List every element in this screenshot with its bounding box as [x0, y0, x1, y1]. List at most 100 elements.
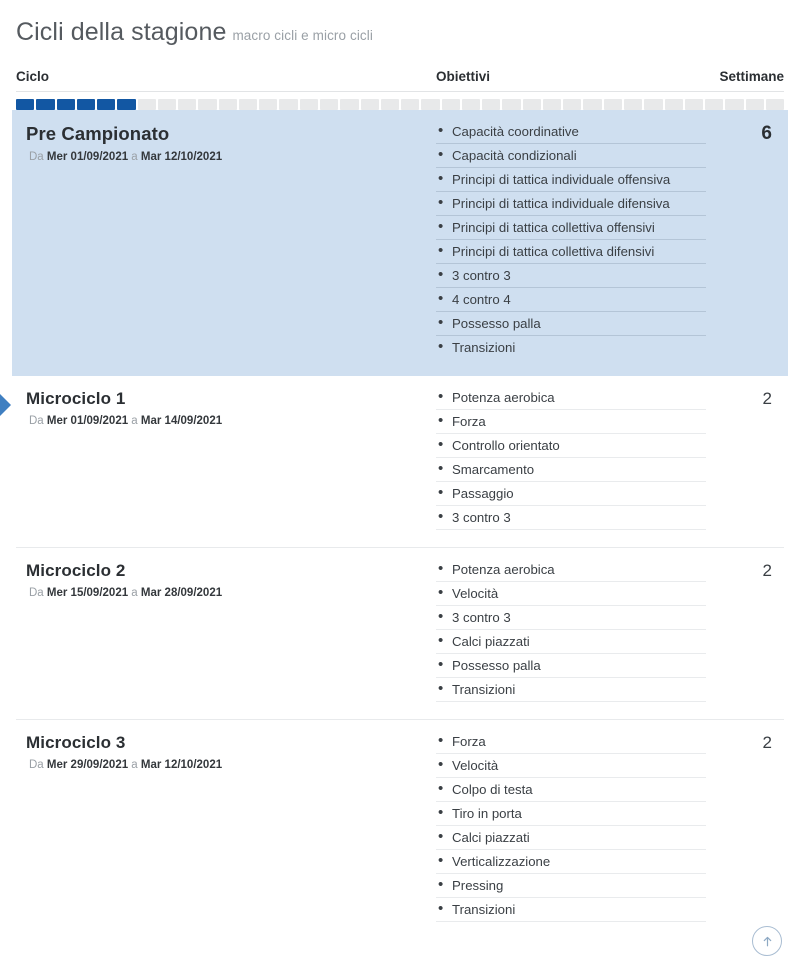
cycle-groups-container: Pre Campionato Da Mer 01/09/2021 a Mar 12…	[0, 99, 788, 968]
progress-segment-empty	[198, 99, 217, 110]
goal-item: Principi di tattica collettiva difensivi	[436, 242, 706, 264]
weeks-count: 2	[762, 389, 772, 408]
goal-item: Forza	[436, 732, 706, 754]
progress-segment-empty	[482, 99, 501, 110]
progress-segment-empty	[461, 99, 481, 110]
goal-item: Colpo di testa	[436, 780, 706, 802]
progress-segment-empty	[401, 99, 420, 110]
progress-segment-empty	[421, 99, 440, 110]
page-subtitle: macro cicli e micro cicli	[232, 28, 373, 43]
cycles-table: Ciclo Obiettivi Settimane Pre Campionato…	[0, 69, 800, 968]
progress-bar	[16, 99, 785, 110]
progress-segment-filled	[16, 99, 35, 110]
progress-segment-empty	[259, 99, 278, 110]
page-title: Cicli della stagione	[16, 18, 227, 46]
cycles-page: Cicli della stagione macro cicli e micro …	[0, 0, 800, 968]
goal-item: Potenza aerobica	[436, 388, 706, 410]
date-from-label: Da	[29, 415, 47, 427]
progress-segment-empty	[380, 99, 400, 110]
date-to-label: a	[128, 415, 141, 427]
progress-segment-empty	[583, 99, 602, 110]
cycle-name: Microciclo 3	[26, 733, 126, 752]
cycle-date-range: Da Mer 29/09/2021 a Mar 12/10/2021	[26, 759, 436, 771]
date-to-label: a	[128, 151, 141, 163]
column-header-goals: Obiettivi	[436, 69, 491, 84]
cycle-date-range: Da Mer 01/09/2021 a Mar 14/09/2021	[26, 415, 436, 427]
progress-segment-empty	[178, 99, 197, 110]
progress-segment-empty	[340, 99, 359, 110]
goal-item: Possesso palla	[436, 314, 706, 336]
goal-item: Possesso palla	[436, 656, 706, 678]
progress-segment-empty	[502, 99, 521, 110]
goal-item: Potenza aerobica	[436, 560, 706, 582]
progress-segment-filled	[36, 99, 55, 110]
cycle-date-range: Da Mer 01/09/2021 a Mar 12/10/2021	[26, 151, 436, 163]
progress-segment-empty	[319, 99, 339, 110]
scroll-to-top-button[interactable]	[752, 926, 782, 956]
progress-segment-empty	[745, 99, 764, 110]
micro-cycle-row[interactable]: Microciclo 1 Da Mer 01/09/2021 a Mar 14/0…	[0, 376, 784, 547]
progress-segment-filled	[76, 99, 96, 110]
cycle-name: Pre Campionato	[26, 123, 170, 144]
weeks-count: 6	[761, 123, 772, 144]
goals-list: Potenza aerobicaVelocità3 contro 3Calci …	[436, 560, 706, 705]
weeks-count: 2	[762, 733, 772, 752]
progress-segment-empty	[563, 99, 582, 110]
goal-item: Transizioni	[436, 338, 706, 359]
date-from-label: Da	[29, 759, 47, 771]
cycle-info: Microciclo 1 Da Mer 01/09/2021 a Mar 14/0…	[16, 389, 436, 533]
date-to-label: a	[128, 587, 141, 599]
goal-item: Controllo orientato	[436, 436, 706, 458]
goal-item: Calci piazzati	[436, 632, 706, 654]
progress-segment-empty	[623, 99, 643, 110]
goal-item: Transizioni	[436, 680, 706, 702]
goal-item: Calci piazzati	[436, 828, 706, 850]
progress-segment-empty	[157, 99, 177, 110]
date-from-value: Mer 01/09/2021	[46, 415, 129, 427]
goal-item: Principi di tattica collettiva offensivi	[436, 218, 706, 240]
micro-cycle-row[interactable]: Microciclo 3 Da Mer 29/09/2021 a Mar 12/1…	[16, 719, 784, 939]
arrow-up-icon	[760, 934, 775, 949]
goal-item: Smarcamento	[436, 460, 706, 482]
macro-cycle-row[interactable]: Pre Campionato Da Mer 01/09/2021 a Mar 12…	[12, 110, 788, 376]
progress-segment-empty	[279, 99, 298, 110]
progress-segment-empty	[664, 99, 683, 110]
micro-cycle-row[interactable]: Microciclo 2 Da Mer 15/09/2021 a Mar 28/0…	[16, 547, 784, 719]
date-from-value: Mer 29/09/2021	[46, 759, 129, 771]
progress-segment-empty	[765, 99, 785, 110]
date-to-value: Mar 28/09/2021	[140, 587, 223, 599]
current-cycle-marker-icon	[0, 394, 11, 416]
goals-list: ForzaVelocitàColpo di testaTiro in porta…	[436, 732, 706, 925]
date-to-value: Mar 12/10/2021	[140, 151, 223, 163]
progress-segment-empty	[360, 99, 379, 110]
goal-item: Capacità condizionali	[436, 146, 706, 168]
page-header: Cicli della stagione macro cicli e micro …	[0, 0, 800, 57]
cycle-info: Pre Campionato Da Mer 01/09/2021 a Mar 12…	[16, 123, 436, 362]
goal-item: 3 contro 3	[436, 608, 706, 630]
goals-list: Potenza aerobicaForzaControllo orientato…	[436, 388, 706, 533]
column-header-weeks: Settimane	[719, 69, 784, 84]
cycle-date-range: Da Mer 15/09/2021 a Mar 28/09/2021	[26, 587, 436, 599]
cycle-name: Microciclo 2	[26, 561, 126, 580]
column-header-cycle: Ciclo	[16, 69, 50, 84]
goal-item: Capacità coordinative	[436, 122, 706, 144]
cycle-info: Microciclo 2 Da Mer 15/09/2021 a Mar 28/0…	[16, 561, 436, 705]
goal-item: 3 contro 3	[436, 508, 706, 530]
progress-segment-empty	[725, 99, 744, 110]
progress-segment-empty	[603, 99, 622, 110]
progress-segment-empty	[299, 99, 318, 110]
cycle-name: Microciclo 1	[26, 389, 126, 408]
goal-item: 4 contro 4	[436, 290, 706, 312]
goal-item: 3 contro 3	[436, 266, 706, 288]
goal-item: Pressing	[436, 876, 706, 898]
weeks-count: 2	[762, 561, 772, 580]
progress-segment-empty	[441, 99, 460, 110]
goal-item: Forza	[436, 412, 706, 434]
date-from-label: Da	[29, 151, 47, 163]
progress-segment-empty	[542, 99, 562, 110]
progress-segment-filled	[56, 99, 75, 110]
progress-segment-empty	[644, 99, 663, 110]
goal-item: Principi di tattica individuale offensiv…	[436, 170, 706, 192]
progress-segment-empty	[218, 99, 237, 110]
progress-segment-empty	[705, 99, 724, 110]
